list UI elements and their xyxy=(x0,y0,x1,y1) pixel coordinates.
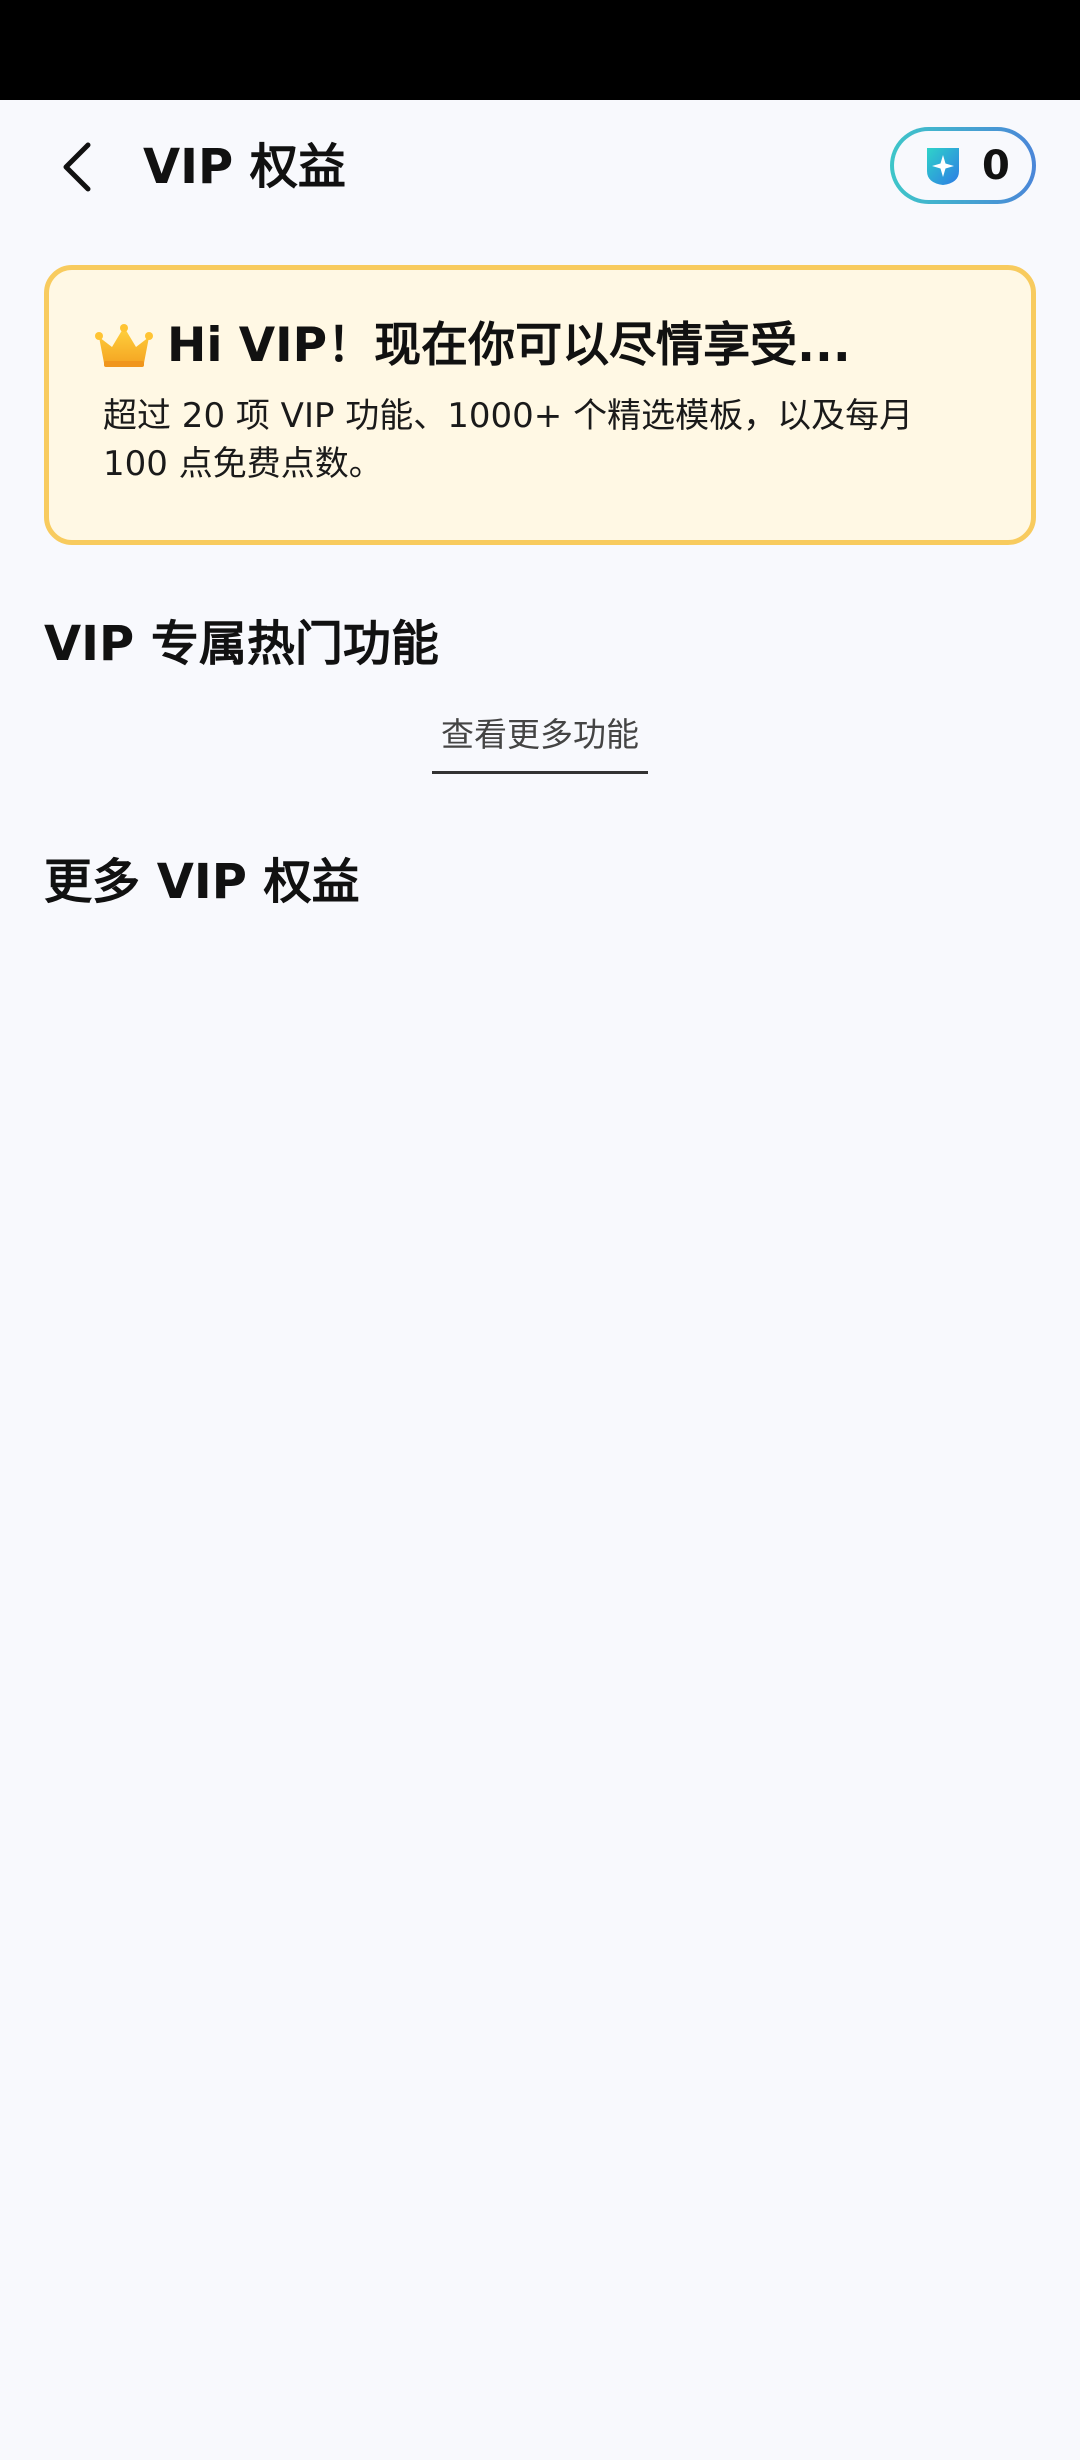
points-value: 0 xyxy=(982,142,1010,189)
hot-features-title: VIP 专属热门功能 xyxy=(44,616,439,672)
points-balance-button[interactable]: 0 xyxy=(890,127,1036,204)
status-bar xyxy=(0,0,1080,100)
more-benefits-title: 更多 VIP 权益 xyxy=(44,854,360,910)
card-title: Hi VIP！现在你可以尽情享受... xyxy=(167,318,851,373)
back-button[interactable] xyxy=(44,128,108,206)
card-description: 超过 20 项 VIP 功能、1000+ 个精选模板，以及每月 100 点免费点… xyxy=(103,396,914,484)
chevron-left-icon xyxy=(63,142,91,192)
header: VIP 权益 0 xyxy=(0,100,1080,235)
card-title-row: Hi VIP！现在你可以尽情享受... xyxy=(95,316,851,376)
crown-icon xyxy=(95,324,153,367)
sparkle-shield-icon xyxy=(927,147,959,185)
page-title: VIP 权益 xyxy=(143,139,346,195)
vip-welcome-card: Hi VIP！现在你可以尽情享受... 超过 20 项 VIP 功能、1000+… xyxy=(44,265,1036,545)
points-balance-inner: 0 xyxy=(894,131,1032,200)
see-more-features-link[interactable]: 查看更多功能 xyxy=(432,710,648,774)
